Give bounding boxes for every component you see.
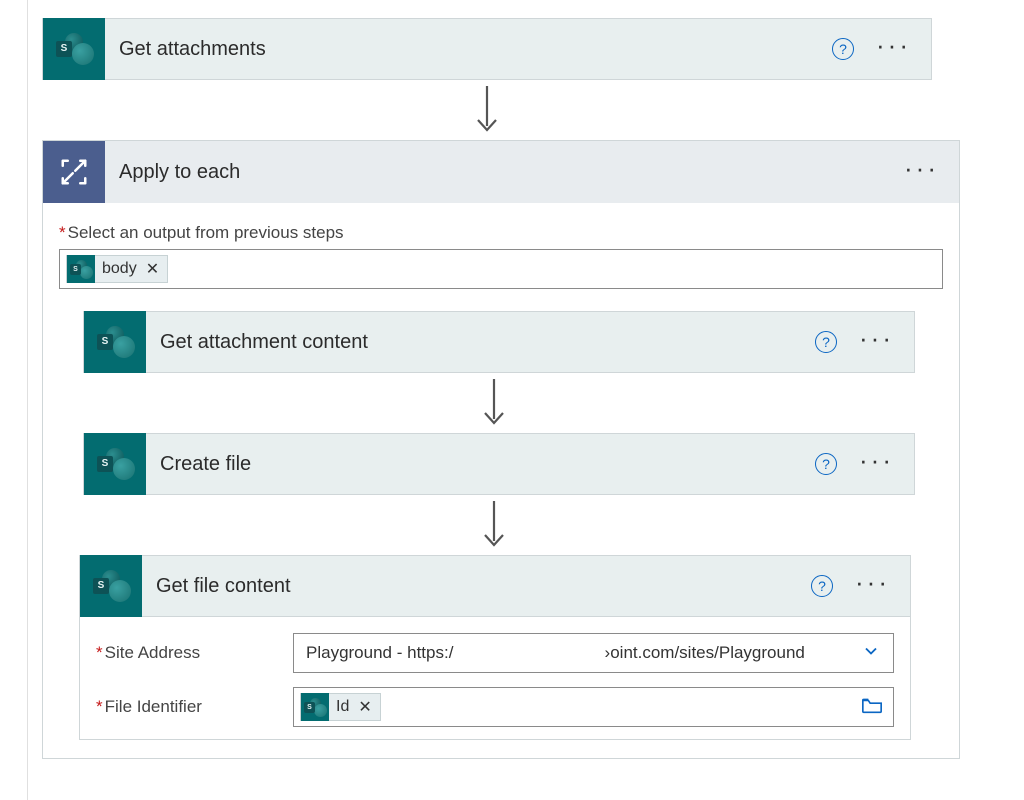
help-icon[interactable]: ?	[815, 453, 837, 475]
action-title: Get file content	[142, 575, 811, 598]
loop-icon	[43, 141, 105, 203]
output-from-previous-label: *Select an output from previous steps	[59, 223, 943, 243]
site-address-value: Playground - https:/ ›oint.com/sites/Pla…	[306, 643, 805, 663]
more-menu-icon[interactable]: ···	[859, 455, 894, 473]
token-label: body	[102, 260, 137, 278]
action-card-get-attachments[interactable]: S Get attachments ? ···	[42, 18, 932, 80]
folder-picker-icon[interactable]	[861, 695, 883, 720]
action-card-get-file-content[interactable]: S Get file content ? ···	[79, 555, 911, 617]
action-body-get-file-content: *Site Address Playground - https:/ ›oint…	[79, 617, 911, 740]
scope-card-apply-to-each: Apply to each ··· *Select an output from…	[42, 140, 960, 759]
help-icon[interactable]: ?	[832, 38, 854, 60]
action-card-get-attachment-content[interactable]: S Get attachment content ? ···	[83, 311, 915, 373]
output-from-previous-input[interactable]: S body ✕	[59, 249, 943, 289]
remove-token-icon[interactable]: ✕	[144, 259, 159, 279]
token-label: Id	[336, 698, 349, 716]
sharepoint-icon: S	[84, 311, 146, 373]
sharepoint-icon: S	[301, 693, 329, 721]
site-address-dropdown[interactable]: Playground - https:/ ›oint.com/sites/Pla…	[293, 633, 894, 673]
more-menu-icon[interactable]: ···	[859, 333, 894, 351]
canvas-left-edge	[27, 0, 28, 800]
sharepoint-icon: S	[84, 433, 146, 495]
more-menu-icon[interactable]: ···	[876, 40, 911, 58]
scope-header-apply-to-each[interactable]: Apply to each ···	[43, 141, 959, 203]
help-icon[interactable]: ?	[815, 331, 837, 353]
file-identifier-input[interactable]: S Id ✕	[293, 687, 894, 727]
sharepoint-icon: S	[43, 18, 105, 80]
connector-arrow	[59, 373, 929, 433]
scope-title: Apply to each	[105, 161, 904, 184]
sharepoint-icon: S	[80, 555, 142, 617]
action-title: Get attachments	[105, 38, 832, 61]
action-title: Create file	[146, 453, 815, 476]
file-identifier-label: *File Identifier	[96, 697, 281, 717]
chevron-down-icon	[861, 641, 881, 666]
connector-arrow	[42, 80, 932, 140]
sharepoint-icon: S	[67, 255, 95, 283]
connector-arrow	[59, 495, 929, 555]
more-menu-icon[interactable]: ···	[855, 577, 890, 595]
token-body[interactable]: S body ✕	[66, 255, 168, 283]
action-card-create-file[interactable]: S Create file ? ···	[83, 433, 915, 495]
help-icon[interactable]: ?	[811, 575, 833, 597]
action-title: Get attachment content	[146, 331, 815, 354]
site-address-label: *Site Address	[96, 643, 281, 663]
token-id[interactable]: S Id ✕	[300, 693, 381, 721]
remove-token-icon[interactable]: ✕	[356, 697, 371, 717]
more-menu-icon[interactable]: ···	[904, 163, 939, 181]
